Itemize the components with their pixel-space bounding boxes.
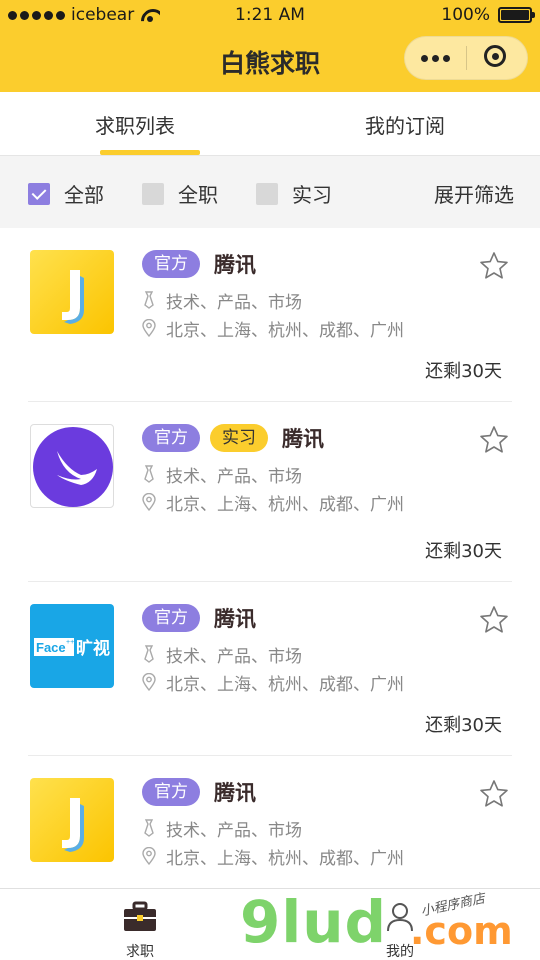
filter-fulltime[interactable]: 全职 <box>142 179 218 208</box>
job-fields: 技术、产品、市场 <box>142 816 512 841</box>
job-cities-text: 北京、上海、杭州、成都、广州 <box>166 848 404 869</box>
filter-all-label: 全部 <box>64 183 104 207</box>
official-badge: 官方 <box>142 604 200 632</box>
job-card[interactable]: 官方 实习 腾讯 技术、产品、市场 北京、上海、杭州、成都、广州 还剩30天 <box>28 402 512 582</box>
star-icon[interactable] <box>478 250 510 282</box>
tabbar-mine-label: 我的 <box>386 944 414 960</box>
filter-fulltime-label: 全职 <box>178 183 218 207</box>
tab-job-list[interactable]: 求职列表 <box>0 92 270 155</box>
remaining-days: 还剩30天 <box>425 715 502 736</box>
job-fields-text: 技术、产品、市场 <box>166 646 302 667</box>
remaining-days: 还剩30天 <box>425 361 502 382</box>
job-fields-text: 技术、产品、市场 <box>166 466 302 487</box>
job-cities-text: 北京、上海、杭州、成都、广州 <box>166 320 404 341</box>
job-fields: 技术、产品、市场 <box>142 642 512 667</box>
tab-bar: 求职列表 我的订阅 <box>0 92 540 156</box>
company-name: 腾讯 <box>214 253 256 277</box>
job-card[interactable]: 官方 腾讯 技术、产品、市场 北京、上海、杭州、成都、广州 <box>28 756 512 888</box>
job-fields: 技术、产品、市场 <box>142 288 512 313</box>
bottom-tab-bar: 求职 我的 <box>0 888 540 960</box>
j-logo-icon <box>62 798 84 852</box>
job-info: 官方 腾讯 技术、产品、市场 北京、上海、杭州、成都、广州 <box>142 248 512 341</box>
job-title-row: 官方 腾讯 <box>142 248 512 280</box>
job-info: 官方 实习 腾讯 技术、产品、市场 北京、上海、杭州、成都、广州 <box>142 422 512 515</box>
job-card[interactable]: 官方 腾讯 技术、产品、市场 北京、上海、杭州、成都、广州 还剩30天 <box>28 228 512 402</box>
job-title-row: 官方 腾讯 <box>142 776 512 808</box>
star-icon[interactable] <box>478 424 510 456</box>
j-logo-icon <box>62 270 84 324</box>
job-title-row: 官方 腾讯 <box>142 602 512 634</box>
company-logo <box>30 250 114 334</box>
official-badge: 官方 <box>142 778 200 806</box>
location-icon <box>142 673 156 691</box>
location-icon <box>142 847 156 865</box>
job-fields-text: 技术、产品、市场 <box>166 820 302 841</box>
face-logo-icon: Face ++ 旷视 <box>34 638 110 659</box>
checkbox-icon[interactable] <box>256 182 278 205</box>
company-logo: Face ++ 旷视 <box>30 604 114 688</box>
official-badge: 官方 <box>142 424 200 452</box>
job-cities-text: 北京、上海、杭州、成都、广州 <box>166 674 404 695</box>
close-target-icon[interactable] <box>466 36 527 80</box>
filter-row: 全部 全职 实习 展开筛选 <box>0 157 540 227</box>
user-icon <box>387 903 413 932</box>
svg-text:旷视: 旷视 <box>76 638 110 659</box>
job-cities: 北京、上海、杭州、成都、广州 <box>142 490 512 515</box>
tabbar-jobs-label: 求职 <box>126 944 154 960</box>
job-list: 官方 腾讯 技术、产品、市场 北京、上海、杭州、成都、广州 还剩30天 官方 实… <box>0 228 540 888</box>
job-info: 官方 腾讯 技术、产品、市场 北京、上海、杭州、成都、广州 <box>142 602 512 695</box>
expand-filter-button[interactable]: 展开筛选 <box>434 179 514 208</box>
swallow-logo-icon <box>33 427 113 507</box>
tabbar-item-mine[interactable]: 我的 <box>370 901 430 960</box>
filter-intern-label: 实习 <box>292 183 332 207</box>
star-icon[interactable] <box>478 604 510 636</box>
job-cities: 北京、上海、杭州、成都、广州 <box>142 670 512 695</box>
job-cities-text: 北京、上海、杭州、成都、广州 <box>166 494 404 515</box>
filter-intern[interactable]: 实习 <box>256 179 332 208</box>
status-bar: icebear 1:21 AM 100% <box>0 0 540 32</box>
briefcase-icon <box>124 901 156 931</box>
official-badge: 官方 <box>142 250 200 278</box>
svg-text:++: ++ <box>66 639 74 646</box>
battery-percent: 100% <box>441 5 490 25</box>
job-title-row: 官方 实习 腾讯 <box>142 422 512 454</box>
location-icon <box>142 319 156 337</box>
company-logo <box>30 424 114 508</box>
job-cities: 北京、上海、杭州、成都、广州 <box>142 316 512 341</box>
tabbar-item-jobs[interactable]: 求职 <box>110 901 170 960</box>
job-cities: 北京、上海、杭州、成都、广州 <box>142 844 512 869</box>
top-bar: icebear 1:21 AM 100% 白熊求职 <box>0 0 540 92</box>
company-name: 腾讯 <box>214 607 256 631</box>
battery-info: 100% <box>441 5 535 25</box>
company-logo <box>30 778 114 862</box>
remaining-days: 还剩30天 <box>425 541 502 562</box>
more-icon[interactable] <box>405 36 466 80</box>
svg-text:Face: Face <box>36 640 66 655</box>
company-name: 腾讯 <box>282 427 324 451</box>
location-icon <box>142 493 156 511</box>
tab-my-subscription[interactable]: 我的订阅 <box>270 92 540 155</box>
checkbox-icon[interactable] <box>142 182 164 205</box>
star-icon[interactable] <box>478 778 510 810</box>
job-fields: 技术、产品、市场 <box>142 462 512 487</box>
battery-icon <box>498 7 535 23</box>
job-info: 官方 腾讯 技术、产品、市场 北京、上海、杭州、成都、广州 <box>142 776 512 869</box>
checkbox-checked-icon[interactable] <box>28 182 50 205</box>
tie-icon <box>144 819 154 837</box>
miniprogram-capsule <box>404 36 528 80</box>
intern-badge: 实习 <box>210 424 268 452</box>
tie-icon <box>144 465 154 483</box>
company-name: 腾讯 <box>214 781 256 805</box>
tie-icon <box>144 291 154 309</box>
filter-all[interactable]: 全部 <box>28 179 104 208</box>
job-fields-text: 技术、产品、市场 <box>166 292 302 313</box>
tie-icon <box>144 645 154 663</box>
job-card[interactable]: Face ++ 旷视 官方 腾讯 技术、产品、市场 北京、上海、杭州、成都、广州… <box>28 582 512 756</box>
